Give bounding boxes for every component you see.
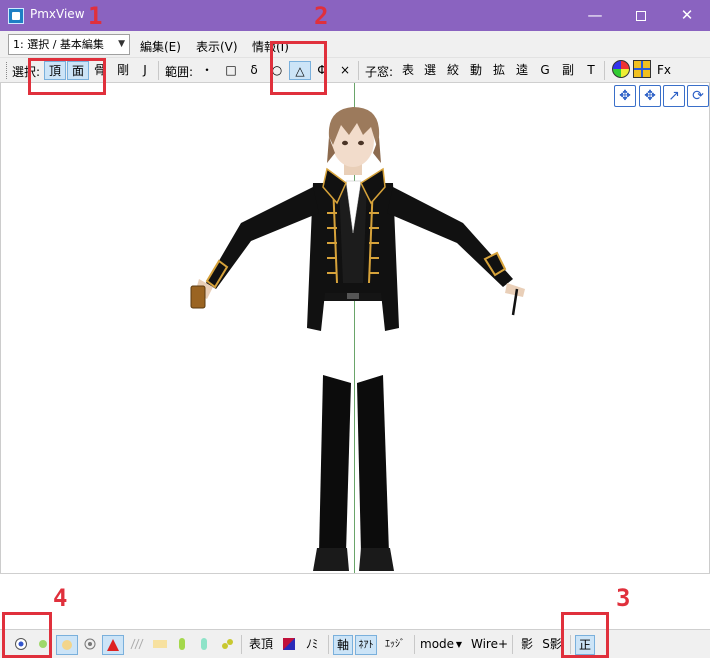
nomi-button[interactable]: ﾉﾐ bbox=[302, 635, 322, 655]
target-dot-icon[interactable] bbox=[81, 635, 99, 655]
show-vertex-button[interactable]: 表頂 bbox=[247, 635, 275, 655]
shadow-button[interactable]: 影 bbox=[518, 635, 536, 655]
menu-view[interactable]: 表示(V) bbox=[196, 38, 238, 55]
3d-viewport[interactable]: ✥ ✥ ↗ ⟳ bbox=[0, 83, 710, 573]
toolbar-divider bbox=[358, 61, 359, 80]
child-filter-button[interactable]: 絞 bbox=[445, 61, 461, 80]
select-rigid-button[interactable]: 剛 bbox=[113, 61, 133, 80]
red-triangle-icon[interactable] bbox=[102, 635, 124, 655]
texture-icon[interactable] bbox=[150, 635, 170, 655]
child-sub-button[interactable]: 副 bbox=[560, 61, 576, 80]
edge-button[interactable]: ｴｯｼﾞ bbox=[380, 635, 410, 655]
target-icon[interactable] bbox=[612, 60, 630, 78]
child-select-button[interactable]: 選 bbox=[422, 61, 438, 80]
cyan-pill-icon[interactable] bbox=[196, 635, 212, 655]
maximize-button[interactable] bbox=[618, 0, 664, 31]
toolbar-divider bbox=[604, 61, 605, 80]
mode-dropdown[interactable]: mode bbox=[420, 635, 454, 655]
maximize-icon bbox=[636, 10, 646, 21]
title-bar: PmxView — ✕ bbox=[0, 0, 710, 31]
zoom-view-icon[interactable]: ↗ bbox=[663, 85, 685, 107]
window-title: PmxView bbox=[30, 7, 85, 21]
bottom-divider bbox=[512, 635, 513, 654]
chevron-down-icon[interactable]: ▼ bbox=[454, 635, 464, 655]
toolbar-grip[interactable] bbox=[6, 62, 9, 79]
toolbar: 選択: 頂 面 骨 剛 J 範囲: ・ □ δ ○ △ Φ × 子窓: 表 選 … bbox=[0, 58, 710, 83]
range-delta-button[interactable]: δ bbox=[245, 61, 263, 80]
child-t-button[interactable]: T bbox=[585, 61, 597, 80]
material-color-icon[interactable] bbox=[281, 635, 297, 655]
range-point-button[interactable]: ・ bbox=[198, 61, 216, 80]
sun-display-icon[interactable] bbox=[56, 635, 78, 655]
bottom-divider bbox=[241, 635, 242, 654]
select-joint-button[interactable]: J bbox=[137, 61, 153, 80]
joint-icon[interactable] bbox=[218, 635, 236, 655]
wire-plus-button[interactable]: Wire+ bbox=[471, 635, 508, 655]
fx-button[interactable]: Fx bbox=[657, 63, 671, 77]
normal-button[interactable]: ﾈｱﾄ bbox=[355, 635, 377, 655]
range-clear-button[interactable]: × bbox=[337, 61, 353, 80]
child-reach-button[interactable]: 逵 bbox=[514, 61, 530, 80]
minimize-button[interactable]: — bbox=[572, 0, 618, 31]
pan-view-icon[interactable]: ✥ bbox=[639, 85, 661, 107]
bottom-divider bbox=[328, 635, 329, 654]
annotation-box-2 bbox=[270, 41, 327, 95]
child-scale-button[interactable]: 拡 bbox=[491, 61, 507, 80]
mode-select[interactable]: 1: 選択 / 基本編集 ▼ bbox=[8, 34, 130, 55]
axis-button[interactable]: 軸 bbox=[333, 635, 353, 655]
child-table-button[interactable]: 表 bbox=[400, 61, 416, 80]
wire-lines-icon[interactable] bbox=[128, 635, 148, 655]
annotation-number-4: 4 bbox=[53, 584, 68, 612]
app-icon bbox=[8, 8, 24, 24]
annotation-number-3: 3 bbox=[616, 584, 631, 612]
annotation-box-3 bbox=[561, 612, 609, 658]
mode-select-value: 1: 選択 / 基本編集 bbox=[13, 38, 104, 51]
character-model bbox=[190, 107, 525, 571]
close-button[interactable]: ✕ bbox=[664, 0, 710, 31]
annotation-number-2: 2 bbox=[314, 2, 329, 30]
chevron-down-icon: ▼ bbox=[118, 39, 125, 49]
bottom-divider bbox=[414, 635, 415, 654]
child-move-button[interactable]: 動 bbox=[468, 61, 484, 80]
rotate-view-icon[interactable]: ⟳ bbox=[687, 85, 709, 107]
grid-icon[interactable] bbox=[633, 60, 651, 78]
range-rect-button[interactable]: □ bbox=[222, 61, 240, 80]
child-window-label: 子窓: bbox=[365, 65, 394, 79]
green-pill-icon[interactable] bbox=[174, 635, 190, 655]
annotation-box-4 bbox=[2, 612, 52, 658]
menu-edit[interactable]: 編集(E) bbox=[140, 38, 181, 55]
annotation-number-1: 1 bbox=[88, 2, 103, 30]
toolbar-divider bbox=[158, 61, 159, 80]
menu-bar: 1: 選択 / 基本編集 ▼ 編集(E) 表示(V) 情報(I) bbox=[0, 31, 710, 58]
annotation-box-1 bbox=[28, 58, 106, 95]
range-label: 範囲: bbox=[165, 65, 194, 79]
move-view-icon[interactable]: ✥ bbox=[614, 85, 636, 107]
child-group-button[interactable]: G bbox=[538, 61, 552, 80]
